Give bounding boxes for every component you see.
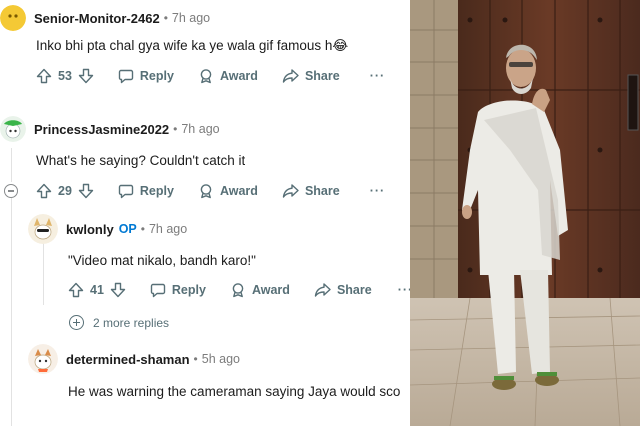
comment-header: PrincessJasmine2022 • 7h ago	[0, 116, 220, 142]
avatar[interactable]	[28, 344, 58, 374]
downvote-icon[interactable]	[78, 68, 94, 84]
award-icon	[200, 69, 212, 84]
comment-body: What's he saying? Couldn't catch it	[36, 153, 246, 168]
thread-line[interactable]	[11, 148, 12, 182]
comment-body: "Video mat nikalo, bandh karo!"	[68, 253, 256, 268]
overflow-menu-icon[interactable]: ···	[370, 69, 386, 83]
comment-actions: 53 Reply Award Share ···	[36, 68, 385, 84]
more-replies-label: 2 more replies	[93, 315, 170, 330]
reply-label: Reply	[139, 184, 174, 198]
award-button[interactable]: Award	[230, 282, 290, 298]
vote-control: 29	[36, 183, 94, 199]
share-button[interactable]: Share	[314, 282, 372, 298]
comment-actions: 29 Reply Award Share ···	[36, 183, 385, 199]
more-replies-button[interactable]: 2 more replies	[69, 315, 169, 330]
reply-icon	[118, 69, 134, 84]
username[interactable]: kwlonly	[66, 222, 114, 237]
thread-line[interactable]	[43, 243, 44, 305]
share-icon	[282, 69, 299, 83]
video-still-photo	[410, 0, 640, 426]
downvote-icon[interactable]	[110, 282, 126, 298]
comment-body: He was warning the cameraman saying Jaya…	[68, 384, 401, 399]
comment-header: Senior-Monitor-2462 • 7h ago	[0, 5, 210, 31]
thread-line[interactable]	[11, 198, 12, 426]
avatar[interactable]	[0, 5, 26, 31]
reply-button[interactable]: Reply	[150, 282, 206, 298]
share-label: Share	[304, 69, 340, 83]
reply-icon	[118, 184, 134, 199]
collapse-icon[interactable]	[4, 184, 18, 198]
username[interactable]: determined-shaman	[66, 352, 190, 367]
avatar[interactable]	[0, 116, 26, 142]
username[interactable]: PrincessJasmine2022	[34, 122, 169, 137]
photo-scene	[410, 0, 640, 426]
comment-actions: 41 Reply Award Share ···	[68, 282, 410, 298]
timestamp[interactable]: 5h ago	[202, 352, 240, 366]
share-button[interactable]: Share	[282, 183, 340, 199]
comment-body: Inko bhi pta chal gya wife ka ye wala gi…	[36, 38, 349, 53]
reply-label: Reply	[139, 69, 174, 83]
overflow-menu-icon[interactable]: ···	[370, 184, 386, 198]
overflow-menu-icon[interactable]: ···	[398, 283, 410, 297]
avatar[interactable]	[28, 214, 58, 244]
award-label: Award	[251, 283, 290, 297]
comment-thread: Senior-Monitor-2462 • 7h ago Inko bhi pt…	[0, 0, 410, 426]
share-icon	[282, 184, 299, 198]
separator-dot: •	[193, 352, 198, 366]
timestamp[interactable]: 7h ago	[172, 11, 210, 25]
vote-control: 53	[36, 68, 94, 84]
expand-icon	[69, 315, 84, 330]
award-button[interactable]: Award	[198, 68, 258, 84]
upvote-icon[interactable]	[68, 282, 84, 298]
reply-button[interactable]: Reply	[118, 183, 174, 199]
separator-dot: •	[140, 222, 145, 236]
share-icon	[314, 283, 331, 297]
share-button[interactable]: Share	[282, 68, 340, 84]
reply-icon	[150, 283, 166, 298]
share-label: Share	[336, 283, 372, 297]
share-label: Share	[304, 184, 340, 198]
vote-count: 53	[58, 69, 72, 83]
reply-button[interactable]: Reply	[118, 68, 174, 84]
upvote-icon[interactable]	[36, 183, 52, 199]
username[interactable]: Senior-Monitor-2462	[34, 11, 160, 26]
vote-control: 41	[68, 282, 126, 298]
timestamp[interactable]: 7h ago	[181, 122, 219, 136]
separator-dot: •	[163, 11, 168, 25]
reply-label: Reply	[171, 283, 206, 297]
separator-dot: •	[173, 122, 178, 136]
award-label: Award	[219, 69, 258, 83]
award-button[interactable]: Award	[198, 183, 258, 199]
comment-header: kwlonly OP • 7h ago	[28, 214, 187, 244]
comment-header: determined-shaman • 5h ago	[28, 344, 240, 374]
timestamp[interactable]: 7h ago	[149, 222, 187, 236]
upvote-icon[interactable]	[36, 68, 52, 84]
op-badge: OP	[118, 222, 137, 236]
award-icon	[200, 184, 212, 199]
vote-count: 41	[90, 283, 104, 297]
vote-count: 29	[58, 184, 72, 198]
award-icon	[232, 283, 244, 298]
downvote-icon[interactable]	[78, 183, 94, 199]
award-label: Award	[219, 184, 258, 198]
